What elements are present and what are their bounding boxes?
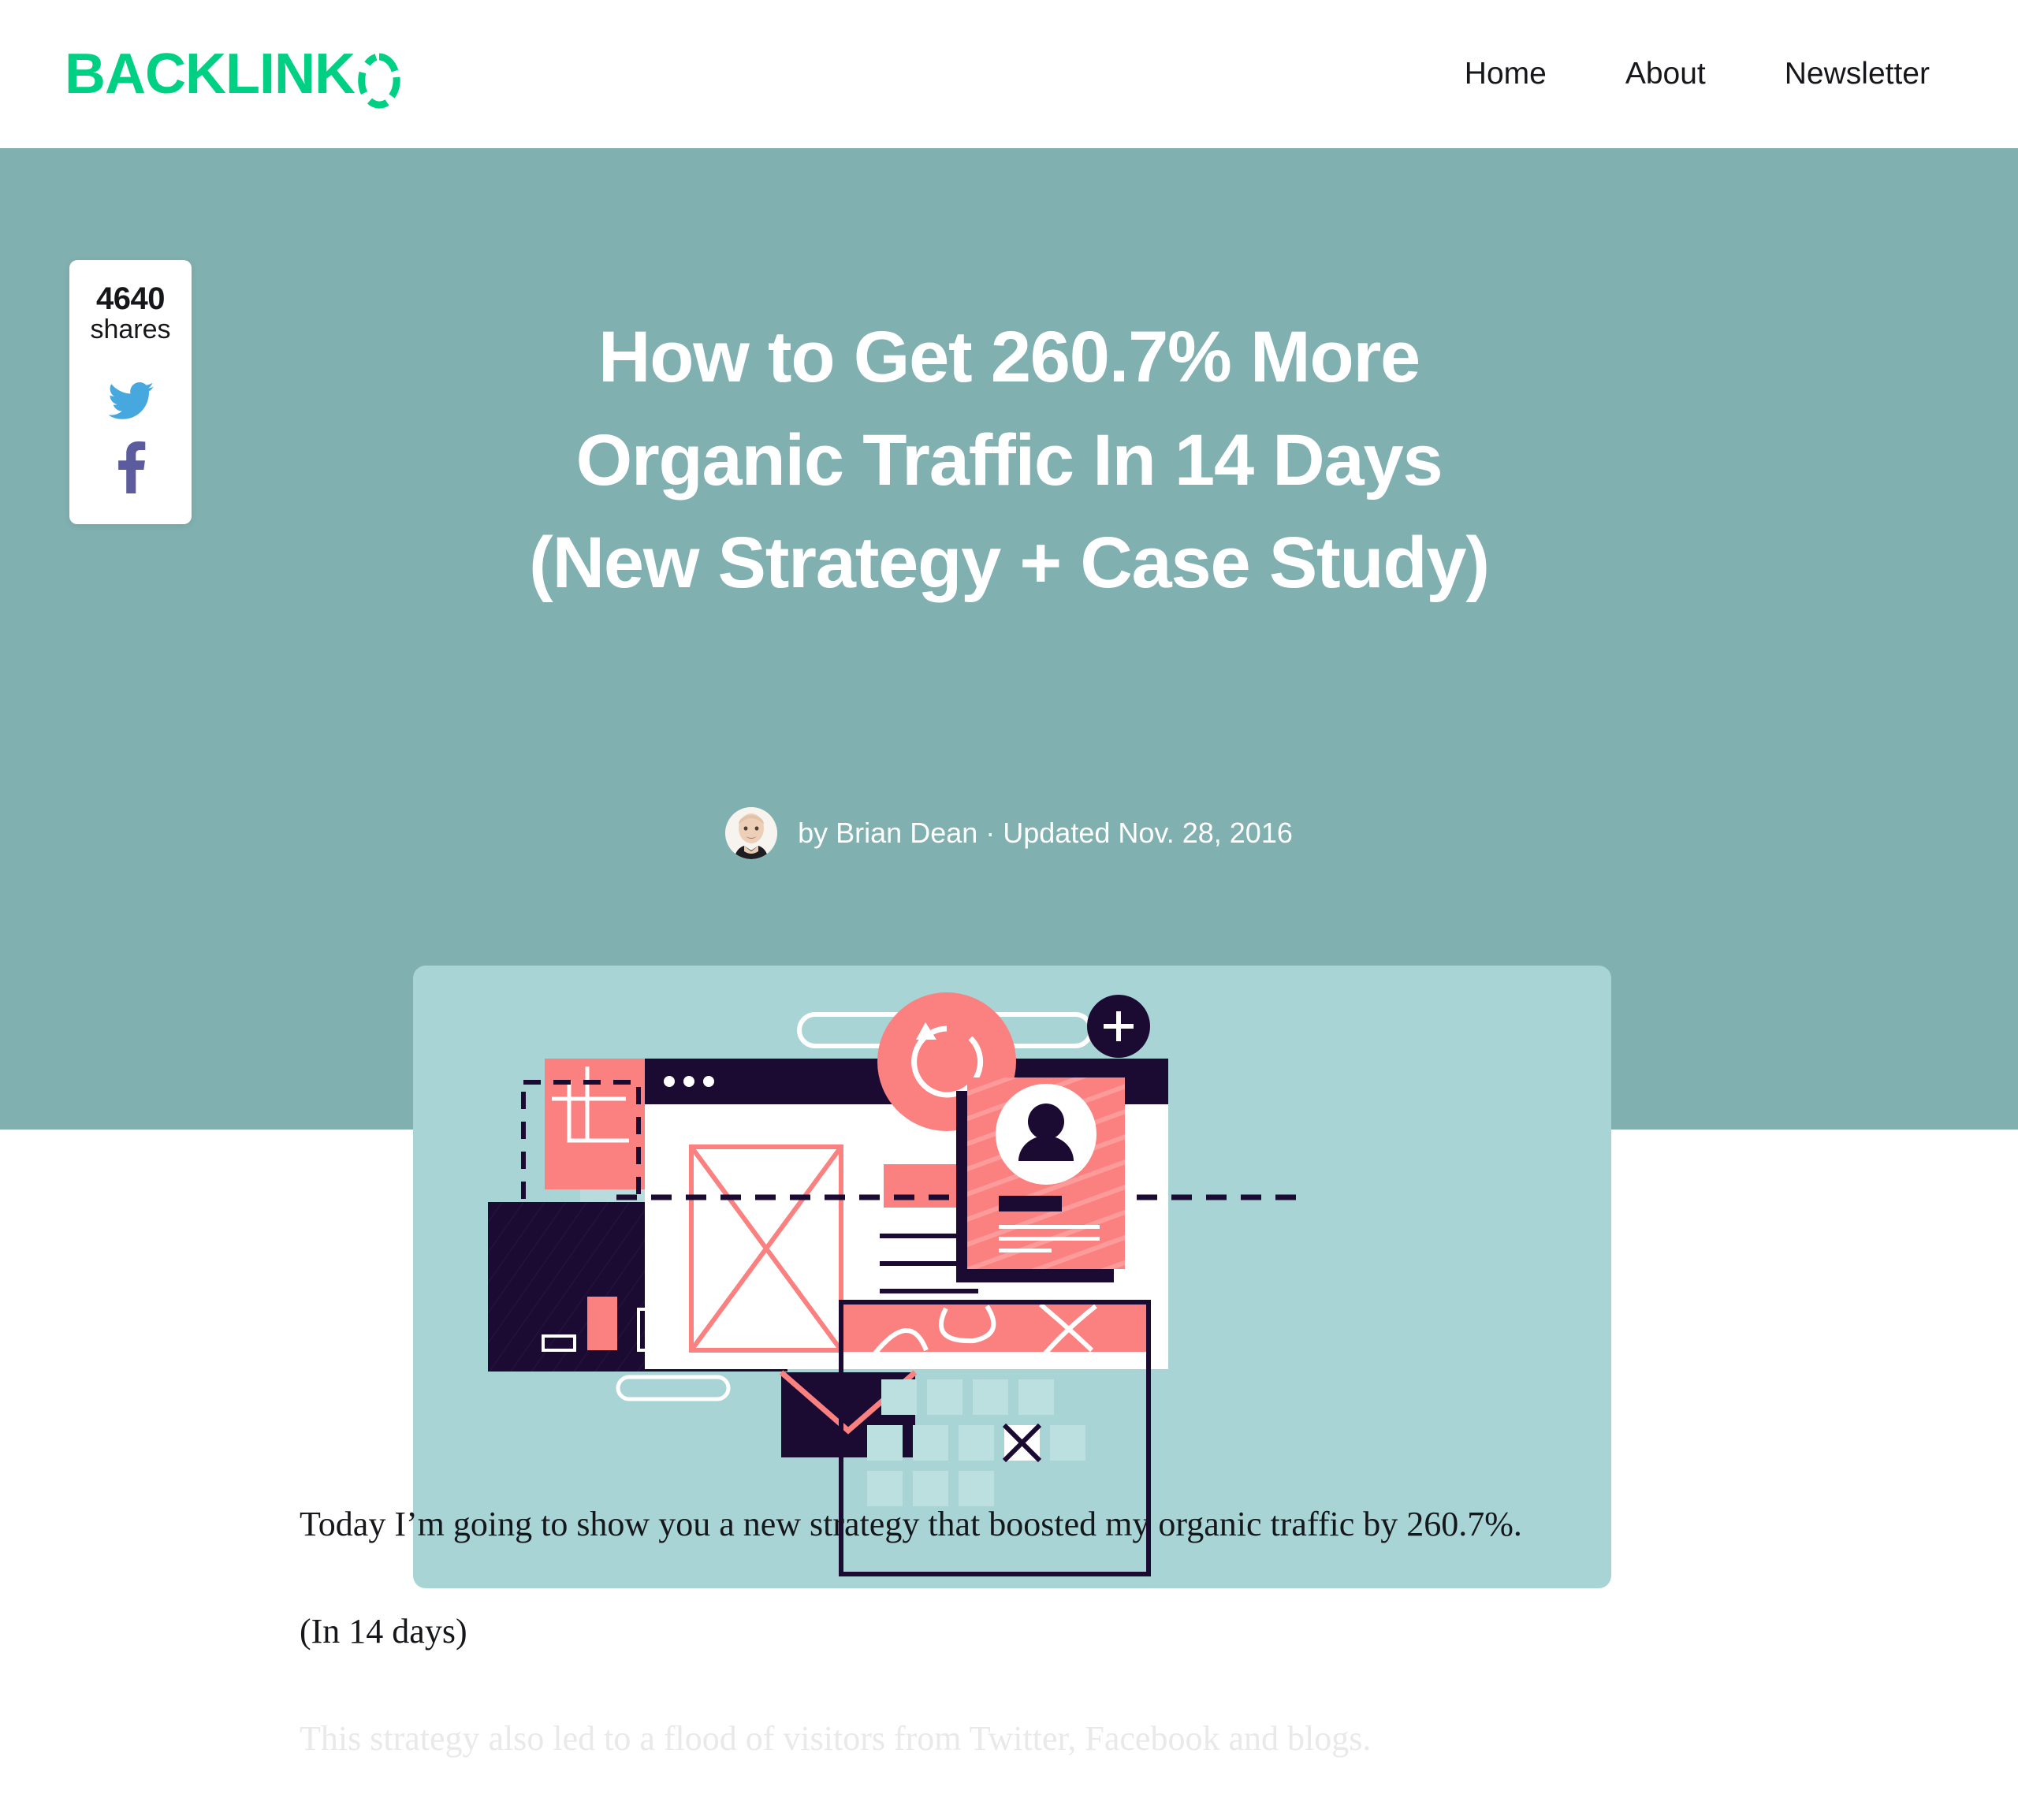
site-logo[interactable]: BACKLINK <box>65 43 401 109</box>
nav-link-home[interactable]: Home <box>1465 57 1547 91</box>
paragraph-1: Today I’m going to show you a new strate… <box>300 1505 1522 1543</box>
profile-card <box>956 1077 1125 1282</box>
hero-illustration <box>413 966 1611 1588</box>
byline: by Brian Dean · Updated Nov. 28, 2016 <box>0 807 2018 859</box>
nav-link-about[interactable]: About <box>1625 57 1706 91</box>
main-navigation: Home About Newsletter <box>1465 57 1953 91</box>
nav-link-newsletter[interactable]: Newsletter <box>1785 57 1930 91</box>
segmented-ring-icon <box>357 52 401 109</box>
illustration-svg <box>488 992 1296 1576</box>
page-title-line-1: How to Get 260.7% More <box>598 317 1420 397</box>
article-body: Today I’m going to show you a new strate… <box>0 1498 2018 1820</box>
site-header: BACKLINK Home About Newsletter <box>0 0 2018 148</box>
page-title-line-2: Organic Traffic In 14 Days <box>575 419 1443 501</box>
logo-wordmark: BACKLINK <box>65 43 356 106</box>
plus-badge <box>1087 995 1150 1058</box>
avatar <box>725 807 778 859</box>
calendar-selected-day <box>1002 1423 1042 1463</box>
crop-tool <box>545 1059 652 1189</box>
byline-text: by Brian Dean · Updated Nov. 28, 2016 <box>798 817 1293 849</box>
hero-section: 4640 shares How to Get 260.7% More Organ… <box>0 148 2018 1588</box>
page-title: How to Get 260.7% More Organic Traffic I… <box>0 306 2018 615</box>
page-title-line-3: (New Strategy + Case Study) <box>529 523 1490 604</box>
paragraph-2: (In 14 days) <box>300 1612 467 1651</box>
paragraph-3: This strategy also led to a flood of vis… <box>300 1719 1372 1759</box>
